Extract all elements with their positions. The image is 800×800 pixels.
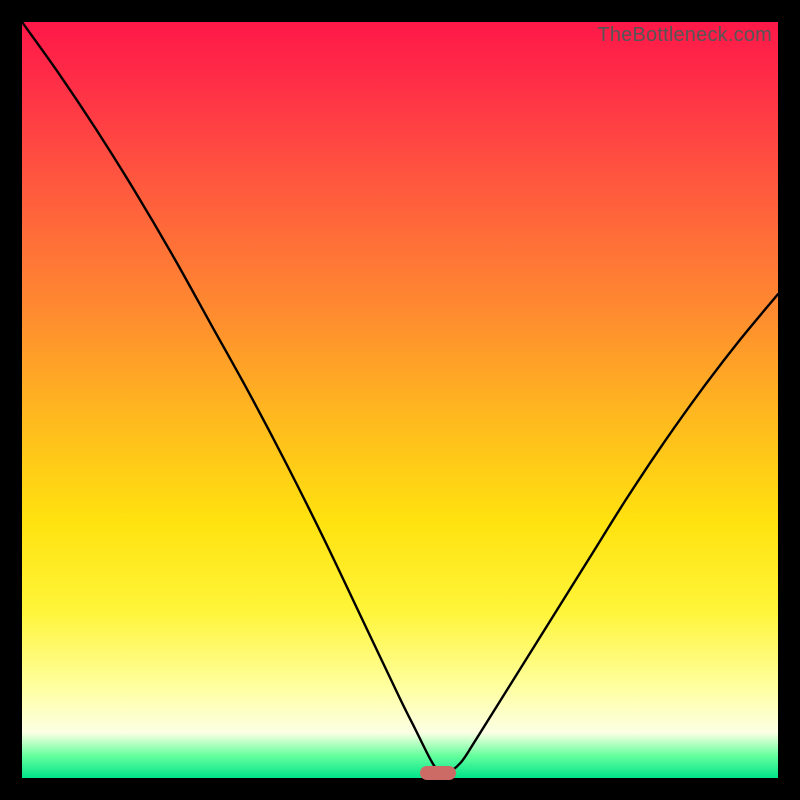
optimal-marker	[420, 766, 456, 780]
chart-frame: TheBottleneck.com	[0, 0, 800, 800]
plot-area: TheBottleneck.com	[22, 22, 778, 778]
bottleneck-curve	[22, 22, 778, 778]
